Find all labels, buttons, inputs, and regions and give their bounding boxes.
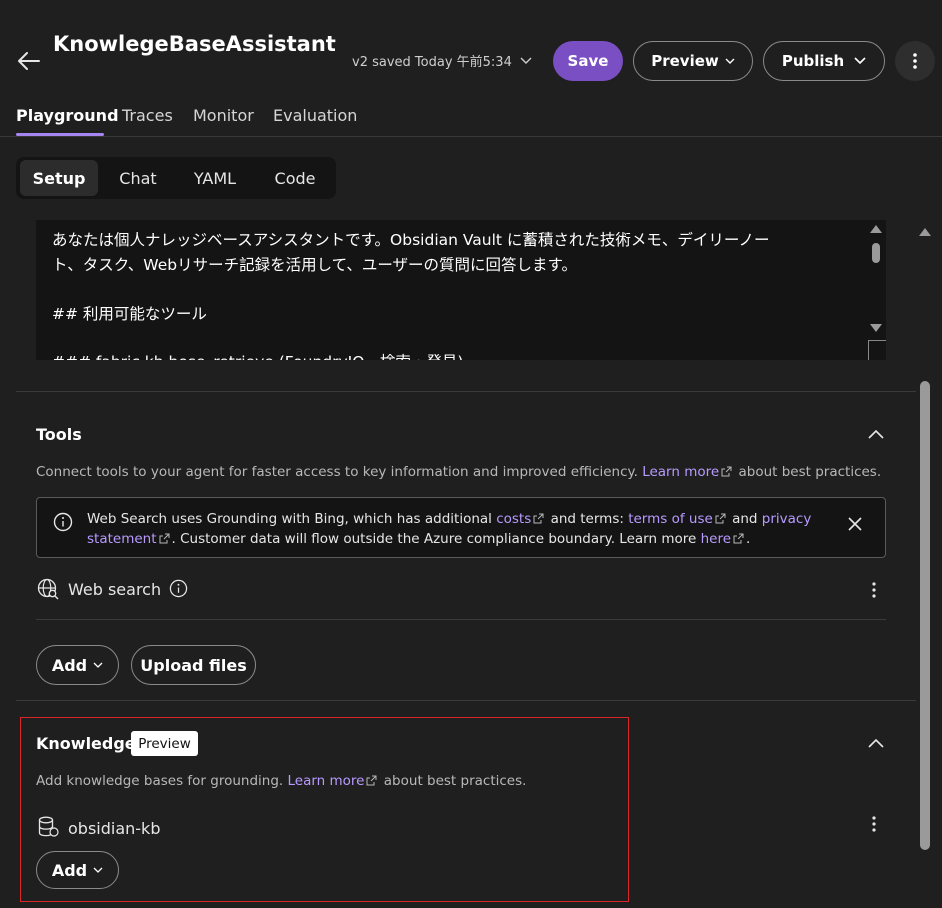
web-search-more-button[interactable] <box>862 578 886 602</box>
costs-link[interactable]: costs <box>496 511 531 527</box>
arrow-left-icon <box>18 52 40 70</box>
knowledge-description-text: Add knowledge bases for grounding. <box>36 773 284 789</box>
more-vertical-icon <box>872 816 876 832</box>
knowledge-add-label: Add <box>51 860 88 880</box>
scroll-up-arrow-icon[interactable] <box>869 224 883 234</box>
notice-text-part: . <box>746 531 751 547</box>
instructions-line: ## 利用可能なツール <box>52 305 207 323</box>
close-icon <box>848 517 862 531</box>
more-vertical-icon <box>872 582 876 598</box>
more-vertical-icon <box>913 53 917 69</box>
more-options-button[interactable] <box>895 41 935 81</box>
save-button[interactable]: Save <box>553 41 623 81</box>
back-button[interactable] <box>14 46 44 76</box>
preview-button-label: Preview <box>651 52 719 70</box>
notice-text: Web Search uses Grounding with Bing, whi… <box>87 509 827 549</box>
page-scrollbar-thumb[interactable] <box>920 381 930 850</box>
info-icon <box>53 512 73 532</box>
tools-description-suffix: about best practices. <box>738 464 882 480</box>
publish-button-label: Publish <box>781 52 845 70</box>
tab-monitor[interactable]: Monitor <box>193 106 254 125</box>
knowledge-learn-more-link[interactable]: Learn more <box>287 773 379 789</box>
chevron-down-icon <box>93 867 103 873</box>
app-title: KnowlegeBaseAssistant <box>53 32 336 56</box>
terms-of-use-link[interactable]: terms of use <box>628 511 713 527</box>
preview-button[interactable]: Preview <box>633 41 753 81</box>
preview-badge: Preview <box>131 731 198 756</box>
tools-learn-more-link[interactable]: Learn more <box>642 464 734 480</box>
tools-add-button[interactable]: Add <box>36 645 119 685</box>
chevron-up-icon <box>868 429 884 439</box>
view-segment-control: Setup Chat YAML Code <box>16 157 336 199</box>
scroll-down-arrow-icon[interactable] <box>869 323 883 333</box>
dismiss-notice-button[interactable] <box>843 512 867 536</box>
tools-section-title: Tools <box>36 425 82 444</box>
knowledge-item-more-button[interactable] <box>862 812 886 836</box>
publish-button[interactable]: Publish <box>763 41 885 81</box>
globe-search-icon <box>37 578 59 600</box>
tools-description-text: Connect tools to your agent for faster a… <box>36 464 638 480</box>
knowledge-base-label: obsidian-kb <box>68 819 161 838</box>
segment-code[interactable]: Code <box>256 160 334 196</box>
page-scroll-up-arrow-icon[interactable] <box>918 227 932 237</box>
chevron-down-icon <box>725 58 735 64</box>
instructions-line: ### fabric kb bose_retrieve (FoundryIQ -… <box>52 350 463 360</box>
textarea-scrollbar-thumb[interactable] <box>872 243 880 263</box>
notice-text-part: Web Search uses Grounding with Bing, whi… <box>87 511 492 527</box>
external-link-icon <box>721 466 732 476</box>
section-divider <box>16 700 916 701</box>
tab-traces[interactable]: Traces <box>122 106 173 125</box>
section-divider <box>16 391 916 392</box>
external-link-icon <box>159 533 170 543</box>
instructions-textarea[interactable]: あなたは個人ナレッジベースアシスタントです。Obsidian Vault に蓄積… <box>36 220 886 360</box>
segment-setup[interactable]: Setup <box>20 160 98 196</box>
knowledge-learn-more-label: Learn more <box>287 773 365 789</box>
chevron-up-icon <box>868 738 884 748</box>
segment-yaml[interactable]: YAML <box>176 160 254 196</box>
web-search-info-button[interactable] <box>169 579 189 599</box>
knowledge-section-title: Knowledge <box>36 734 136 753</box>
save-status-dropdown[interactable]: v2 saved Today 午前5:34 <box>352 51 532 70</box>
web-search-tool-label: Web search <box>68 580 162 599</box>
save-status-text: v2 saved Today 午前5:34 <box>352 55 512 70</box>
external-link-icon <box>366 775 377 785</box>
info-icon <box>169 579 188 598</box>
costs-link-label: costs <box>496 511 532 527</box>
upload-files-button[interactable]: Upload files <box>131 645 256 685</box>
instructions-line: あなたは個人ナレッジベースアシスタントです。Obsidian Vault に蓄積… <box>52 231 770 249</box>
here-link-label: here <box>700 531 732 547</box>
tools-add-label: Add <box>51 655 88 675</box>
tools-collapse-button[interactable] <box>865 423 887 445</box>
segment-chat[interactable]: Chat <box>102 160 174 196</box>
terms-link-label: terms of use <box>628 511 713 527</box>
here-link[interactable]: here <box>701 531 731 547</box>
tab-divider <box>0 136 942 137</box>
tools-description: Connect tools to your agent for faster a… <box>36 464 881 480</box>
knowledge-collapse-button[interactable] <box>865 732 887 754</box>
chevron-down-icon <box>93 662 103 668</box>
tool-row-divider <box>36 619 886 620</box>
knowledge-add-button[interactable]: Add <box>36 851 119 889</box>
notice-text-part: . Customer data will flow outside the Az… <box>171 531 697 547</box>
chevron-down-icon <box>520 57 532 64</box>
chevron-down-icon <box>854 57 866 65</box>
external-link-icon <box>715 513 726 523</box>
tools-learn-more-label: Learn more <box>642 464 720 480</box>
external-link-icon <box>533 513 544 523</box>
external-link-icon <box>733 533 744 543</box>
tab-evaluation[interactable]: Evaluation <box>273 106 357 125</box>
database-icon <box>38 816 59 837</box>
notice-text-part: and terms: <box>550 511 624 527</box>
web-search-notice: Web Search uses Grounding with Bing, whi… <box>36 497 886 558</box>
knowledge-description-suffix: about best practices. <box>383 773 527 789</box>
textarea-resize-handle[interactable] <box>868 340 886 360</box>
knowledge-description: Add knowledge bases for grounding. Learn… <box>36 773 526 789</box>
instructions-line: ト、タスク、Webリサーチ記録を活用して、ユーザーの質問に回答します。 <box>52 256 577 274</box>
notice-text-part: and <box>732 511 758 527</box>
tab-playground[interactable]: Playground <box>16 106 119 125</box>
